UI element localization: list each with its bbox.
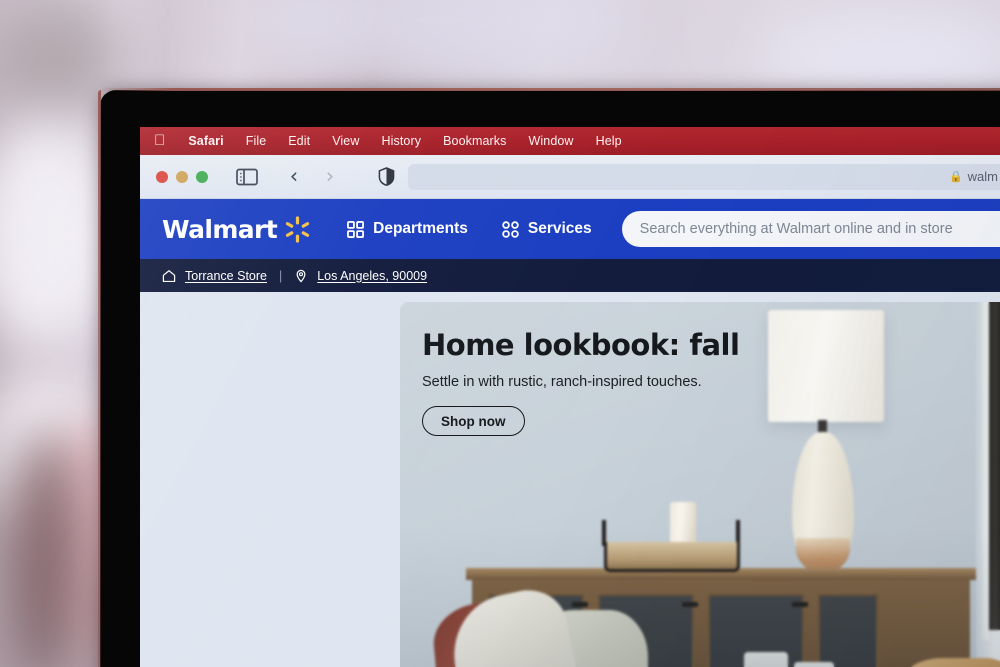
nav-item-services[interactable]: Services bbox=[502, 220, 592, 238]
background-bokeh-right bbox=[760, 10, 1000, 100]
nav-label-services: Services bbox=[527, 220, 592, 237]
macos-menu-bar:  Safari File Edit View History Bookmark… bbox=[140, 127, 1000, 155]
minimize-button[interactable] bbox=[176, 170, 188, 183]
location-pin-icon bbox=[296, 269, 306, 283]
store-link[interactable]: Torrance Store bbox=[185, 269, 267, 283]
search-input[interactable]: Search everything at Walmart online and … bbox=[621, 211, 1000, 247]
zip-link[interactable]: Los Angeles, 90009 bbox=[317, 269, 427, 283]
background-bokeh-top bbox=[250, 0, 630, 80]
hero-banner[interactable]: Home lookbook: fall Settle in with rusti… bbox=[400, 302, 1000, 667]
shield-icon[interactable] bbox=[376, 166, 396, 188]
forward-button[interactable]: › bbox=[320, 165, 340, 189]
zoom-button[interactable] bbox=[196, 170, 208, 183]
back-button[interactable]: ‹ bbox=[284, 165, 304, 189]
menu-item-bookmarks[interactable]: Bookmarks bbox=[432, 127, 517, 155]
safari-toolbar: ‹ › 🔒 walm bbox=[140, 155, 1000, 199]
hero-title: Home lookbook: fall bbox=[422, 328, 740, 362]
menu-item-edit[interactable]: Edit bbox=[277, 127, 321, 155]
menu-item-help[interactable]: Help bbox=[585, 127, 633, 155]
shop-now-button[interactable]: Shop now bbox=[422, 406, 525, 436]
sidebar-icon[interactable] bbox=[236, 166, 258, 188]
menu-item-window[interactable]: Window bbox=[518, 127, 585, 155]
walmart-nav-bar: Walmart Departments Services Search ever… bbox=[140, 199, 1000, 259]
circles-icon bbox=[502, 220, 519, 238]
hero-subtitle: Settle in with rustic, ranch-inspired to… bbox=[422, 374, 702, 390]
address-bar[interactable]: 🔒 walm bbox=[408, 163, 1000, 190]
menu-item-file[interactable]: File bbox=[235, 127, 278, 155]
spark-icon bbox=[286, 215, 310, 243]
grid-icon bbox=[347, 220, 365, 238]
lock-icon: 🔒 bbox=[948, 171, 963, 183]
menu-item-history[interactable]: History bbox=[370, 127, 432, 155]
laptop-screen:  Safari File Edit View History Bookmark… bbox=[140, 127, 1000, 667]
photo-lamp-shade bbox=[768, 310, 884, 422]
store-location-bar: Torrance Store | Los Angeles, 90009 bbox=[140, 259, 1000, 292]
apple-menu-icon[interactable]:  bbox=[154, 133, 177, 148]
laptop-bezel:  Safari File Edit View History Bookmark… bbox=[98, 88, 1000, 667]
window-controls bbox=[156, 170, 208, 183]
page-content: Home lookbook: fall Settle in with rusti… bbox=[140, 292, 1000, 667]
close-button[interactable] bbox=[156, 170, 168, 183]
home-icon bbox=[162, 269, 176, 282]
walmart-page: Walmart Departments Services Search ever… bbox=[140, 199, 1000, 667]
search-placeholder: Search everything at Walmart online and … bbox=[639, 221, 953, 237]
nav-label-departments: Departments bbox=[373, 220, 468, 237]
address-bar-text: walm bbox=[967, 169, 998, 184]
nav-item-departments[interactable]: Departments bbox=[347, 220, 468, 238]
location-separator: | bbox=[278, 268, 283, 283]
hero-text-block: Home lookbook: fall Settle in with rusti… bbox=[422, 328, 740, 436]
menu-item-safari[interactable]: Safari bbox=[177, 127, 234, 155]
walmart-wordmark: Walmart bbox=[162, 214, 278, 244]
walmart-logo[interactable]: Walmart bbox=[162, 215, 311, 244]
menu-item-view[interactable]: View bbox=[321, 127, 370, 155]
photo-shadow bbox=[400, 526, 1000, 667]
photo-of-laptop-screen:  Safari File Edit View History Bookmark… bbox=[0, 0, 1000, 667]
